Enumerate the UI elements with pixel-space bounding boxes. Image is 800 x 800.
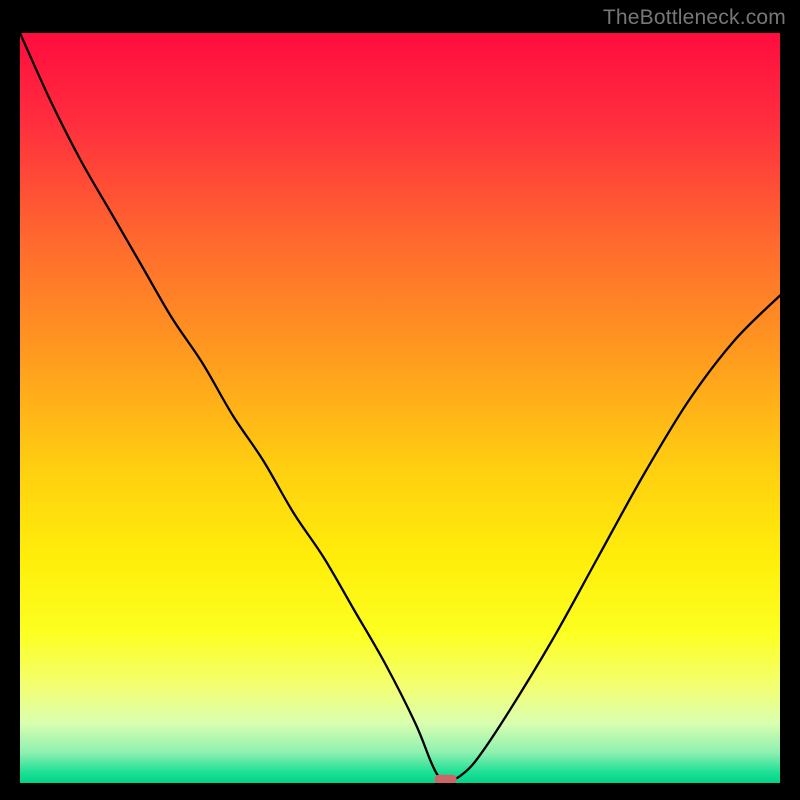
plot-area [20, 33, 780, 783]
optimal-marker [435, 775, 457, 783]
watermark-label: TheBottleneck.com [603, 6, 786, 30]
chart-frame: TheBottleneck.com [0, 0, 800, 800]
bottleneck-chart-svg [20, 33, 780, 783]
gradient-background [20, 33, 780, 783]
